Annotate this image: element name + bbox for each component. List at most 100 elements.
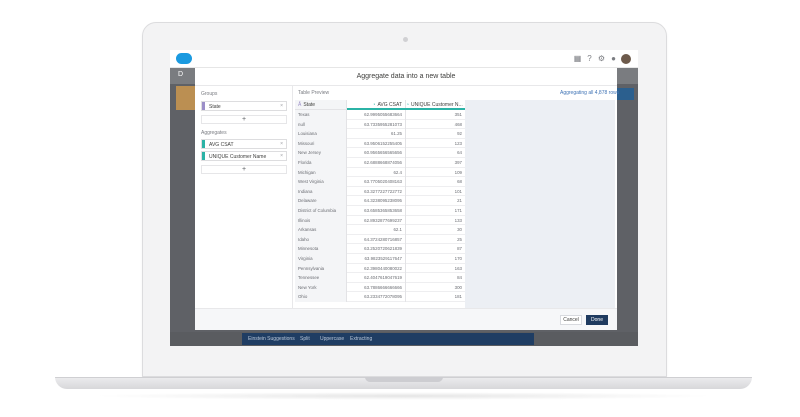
cell-state: Florida	[295, 158, 347, 168]
cell-unique-customer: 170	[454, 256, 462, 261]
remove-icon[interactable]: ×	[280, 141, 283, 147]
groups-label: Groups	[201, 91, 218, 97]
table-row: Delaware 64.3238095238095 21	[295, 196, 465, 206]
aggregate-color-bar	[202, 140, 205, 148]
laptop-camera	[403, 37, 408, 42]
cell-avg-csat: 62.4047619047619	[347, 273, 406, 283]
aggregates-label: Aggregates	[201, 130, 227, 136]
cell-avg-csat: 63.9823529117647	[347, 254, 406, 264]
cell-unique-customer: 68	[457, 179, 462, 185]
column-header-label: State	[303, 102, 316, 108]
cell-avg-csat: 62.9995055683664	[347, 110, 406, 120]
empty-preview-area	[465, 100, 615, 308]
add-group-button[interactable]: +	[201, 115, 287, 124]
modal-body: Groups State × + Aggregates AVG CSAT × U…	[195, 86, 619, 308]
table-row: null 63.7335955281073 468	[295, 119, 465, 130]
cell-unique-customer: 30	[457, 227, 462, 233]
cell-unique-customer: 123	[454, 140, 462, 146]
avatar[interactable]	[620, 53, 632, 65]
done-button[interactable]: Done	[586, 315, 608, 325]
cell-unique-customer: 92	[457, 131, 462, 137]
table-preview-label: Table Preview	[298, 90, 330, 96]
cell-state: Texas	[295, 110, 347, 120]
table-row: West Virginia 63.7705020408163 68	[295, 177, 465, 187]
cell-unique-customer: 21	[457, 198, 462, 204]
cell-avg-csat: 60.9565656565656	[347, 148, 406, 158]
suggestion-item[interactable]: Extracting	[350, 336, 372, 342]
cell-avg-csat: 63.7886666666666	[347, 282, 406, 293]
table-row: Ohio 63.2334772078095 181	[295, 292, 465, 302]
cell-state: Michigan	[295, 167, 347, 178]
aggregate-pill-avg-csat[interactable]: AVG CSAT ×	[201, 139, 287, 149]
aggregate-pill-label: AVG CSAT	[209, 141, 234, 148]
cell-avg-csat: 62.4	[347, 167, 406, 178]
cell-avg-csat: 61.25	[347, 129, 406, 139]
table-row: Pennsylvania 62.3980440080022 163	[295, 263, 465, 274]
cell-unique-customer: 171	[454, 208, 462, 213]
group-pill-label: State	[209, 103, 221, 110]
cancel-button[interactable]: Cancel	[560, 315, 582, 325]
background-card	[176, 86, 196, 110]
table-row: Virginia 63.9823529117647 170	[295, 254, 465, 264]
cell-state: Virginia	[295, 254, 347, 264]
remove-icon[interactable]: ×	[280, 103, 283, 109]
config-panel: Groups State × + Aggregates AVG CSAT × U…	[195, 86, 293, 308]
table-row: Idaho 64.3724280716857 25	[295, 234, 465, 245]
cell-unique-customer: 163	[454, 265, 462, 271]
modal-footer: Cancel Done	[195, 308, 617, 330]
salesforce-logo-icon[interactable]	[176, 53, 192, 64]
cell-avg-csat: 63.2520720621839	[347, 244, 406, 254]
cell-unique-customer: 133	[454, 217, 462, 223]
table-row: District of Columbia 63.6585365853658 171	[295, 206, 465, 216]
suggestion-item[interactable]: Einstein Suggestions	[248, 336, 295, 342]
suggestions-bar: Einstein Suggestions Split Uppercase Ext…	[242, 333, 534, 345]
cell-unique-customer: 181	[454, 294, 462, 300]
aggregate-color-bar	[202, 152, 205, 160]
remove-icon[interactable]: ×	[280, 153, 283, 159]
group-pill-state[interactable]: State ×	[201, 101, 287, 111]
cell-avg-csat: 62.1	[347, 225, 406, 235]
cell-unique-customer: 300	[454, 284, 462, 290]
gear-icon[interactable]: ⚙	[597, 54, 606, 63]
table-row: New Jersey 60.9565656565656 64	[295, 148, 465, 158]
cell-state: Arkansas	[295, 225, 347, 235]
group-color-bar	[202, 102, 205, 110]
cell-avg-csat: 63.2334772078095	[347, 292, 406, 302]
cell-avg-csat: 63.3277227722772	[347, 186, 406, 197]
add-aggregate-button[interactable]: +	[201, 165, 287, 174]
cell-state: Minnesota	[295, 244, 347, 254]
table-row: Florida 62.6888668874056 397	[295, 158, 465, 168]
table-row: New York 63.7886666666666 300	[295, 282, 465, 293]
modal-title: Aggregate data into a new table	[356, 73, 456, 80]
cell-avg-csat: 63.7705020408163	[347, 177, 406, 187]
cell-state: New York	[295, 282, 347, 293]
cell-unique-customer: 468	[454, 121, 462, 127]
table-row: Texas 62.9995055683664 351	[295, 110, 465, 120]
cell-avg-csat: 64.3724280716857	[347, 234, 406, 245]
column-header-state[interactable]: Å State	[295, 100, 347, 110]
cell-state: Delaware	[295, 196, 347, 206]
cell-avg-csat: 62.8932877699237	[347, 215, 406, 226]
cell-avg-csat: 64.3238095238095	[347, 196, 406, 206]
suggestion-item[interactable]: Uppercase	[320, 336, 344, 342]
cell-avg-csat: 63.9506152255405	[347, 138, 406, 149]
aggregate-pill-label: UNIQUE Customer Name	[209, 153, 267, 160]
table-row: Minnesota 63.2520720621839 87	[295, 244, 465, 254]
aggregate-pill-unique-customer[interactable]: UNIQUE Customer Name ×	[201, 151, 287, 161]
help-icon[interactable]: ?	[585, 54, 594, 63]
cell-state: Illinois	[295, 215, 347, 226]
cell-avg-csat: 62.3980440080022	[347, 263, 406, 274]
grid-icon[interactable]: ▦	[573, 54, 582, 63]
cell-unique-customer: 87	[457, 246, 462, 252]
suggestion-item[interactable]: Split	[300, 336, 310, 342]
cell-state: West Virginia	[295, 177, 347, 187]
cell-avg-csat: 63.6585365853658	[347, 206, 406, 216]
notification-icon[interactable]: ●	[609, 54, 618, 63]
subheader-title: D	[178, 71, 184, 78]
cell-unique-customer: 109	[454, 169, 462, 175]
cell-state: Louisiana	[295, 129, 347, 139]
cell-unique-customer: 397	[454, 160, 462, 165]
cell-state: Tennessee	[295, 273, 347, 283]
cell-state: Indiana	[295, 186, 347, 197]
table-row: Louisiana 61.25 92	[295, 129, 465, 139]
